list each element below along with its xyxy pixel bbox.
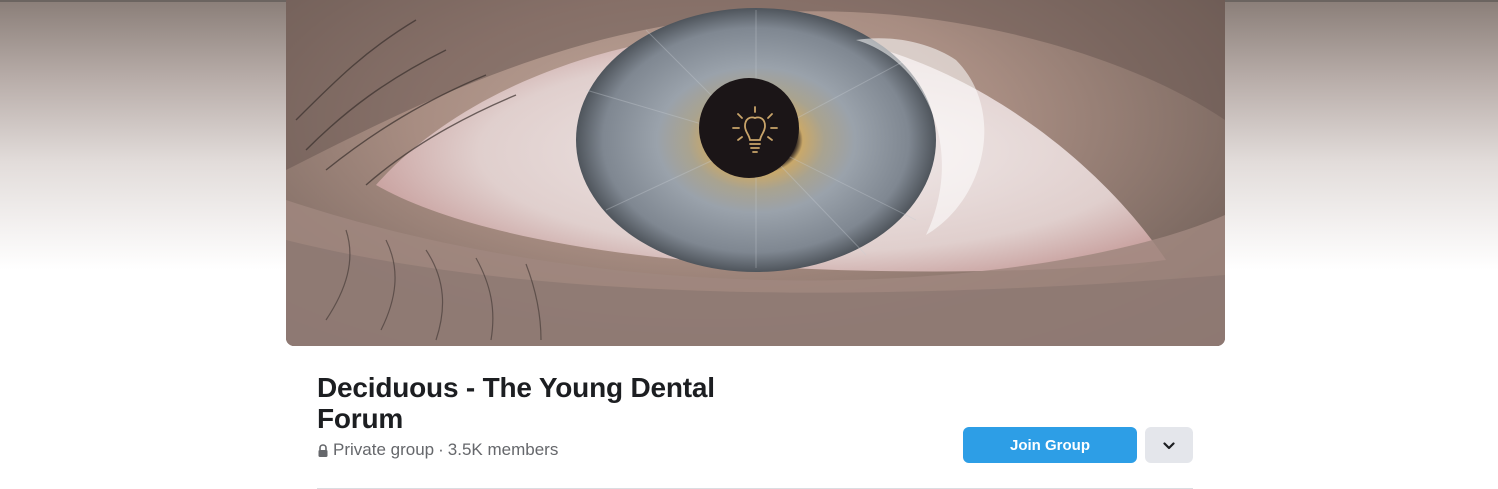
members-count[interactable]: 3.5K members (448, 440, 559, 460)
join-group-button[interactable]: Join Group (963, 427, 1137, 463)
meta-separator: · (438, 440, 444, 459)
lock-icon (317, 443, 329, 457)
group-title[interactable]: Deciduous - The Young Dental Forum (317, 372, 737, 434)
lightbulb-tooth-icon (732, 106, 778, 153)
privacy-label[interactable]: Private group (333, 440, 434, 460)
cover-photo[interactable] (286, 0, 1225, 346)
chevron-down-icon (1163, 438, 1175, 453)
more-options-button[interactable] (1145, 427, 1193, 463)
cover-eye-image (286, 0, 1225, 346)
